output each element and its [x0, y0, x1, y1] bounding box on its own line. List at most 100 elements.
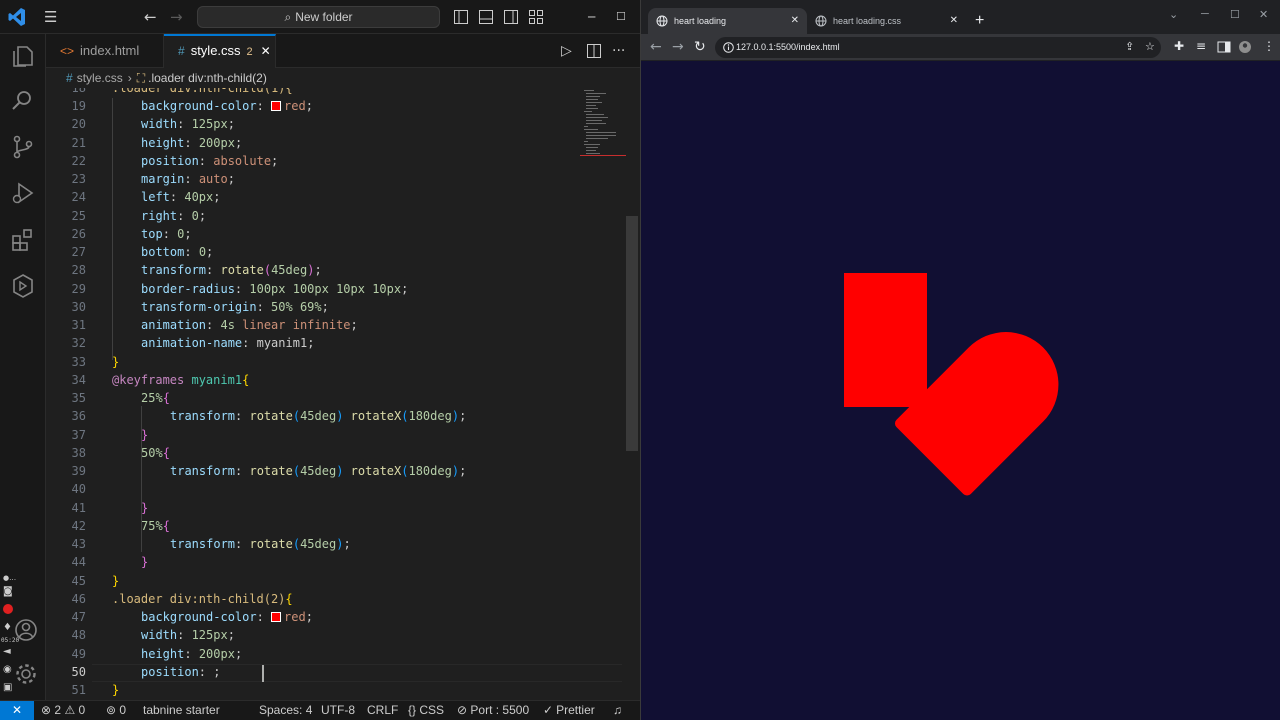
- record-icon[interactable]: [3, 604, 13, 614]
- reading-list-icon[interactable]: ≡: [1196, 39, 1206, 53]
- code-line: top: 0;: [141, 225, 192, 243]
- color-swatch[interactable]: [271, 612, 282, 622]
- indentation-status[interactable]: Spaces: 4: [259, 701, 312, 720]
- forward-arrow-icon[interactable]: →: [672, 39, 684, 55]
- text-cursor: [262, 665, 264, 682]
- reload-icon[interactable]: ↻: [694, 39, 706, 55]
- command-center-search[interactable]: ⌕ New folder: [197, 6, 440, 28]
- search-icon[interactable]: [9, 87, 37, 115]
- line-number: 41: [71, 500, 86, 515]
- scrollbar-thumb[interactable]: [626, 216, 638, 451]
- tabnine-status[interactable]: tabnine starter: [143, 701, 220, 720]
- extensions-puzzle-icon[interactable]: ✚: [1174, 39, 1184, 53]
- tab-index-html[interactable]: <> index.html: [46, 34, 164, 68]
- tab-search-chevron-icon[interactable]: ⌄: [1169, 8, 1178, 21]
- code-token: :: [206, 263, 221, 278]
- line-number: 51: [71, 683, 86, 697]
- close-tab-icon[interactable]: ✕: [950, 8, 958, 34]
- code-token: 25%: [141, 391, 163, 405]
- source-control-icon[interactable]: [9, 133, 37, 161]
- split-editor-icon[interactable]: [587, 44, 601, 58]
- toggle-primary-sidebar-icon[interactable]: [454, 10, 468, 24]
- code-token: border-radius: [141, 281, 235, 296]
- vscode-logo-icon[interactable]: [8, 7, 26, 27]
- line-number: 20: [71, 117, 86, 132]
- webcam-icon[interactable]: ◉: [3, 664, 12, 675]
- breadcrumb: # style.css › ⛶ .loader div:nth-child(2): [46, 68, 640, 88]
- code-line: transform: rotate(45deg);: [141, 261, 322, 279]
- share-icon[interactable]: ⇪: [1125, 40, 1134, 53]
- run-icon[interactable]: ▷: [561, 43, 572, 59]
- camera-icon[interactable]: ◙: [3, 586, 13, 597]
- back-arrow-icon[interactable]: ←: [650, 39, 662, 55]
- code-token: position: [141, 664, 199, 679]
- language-mode[interactable]: {} CSS: [408, 701, 444, 720]
- site-info-icon[interactable]: [723, 42, 734, 53]
- toggle-secondary-sidebar-icon[interactable]: [504, 10, 518, 24]
- more-actions-icon[interactable]: ···: [612, 43, 625, 59]
- customize-layout-icon[interactable]: [529, 10, 543, 24]
- remote-indicator[interactable]: ✕: [0, 701, 34, 720]
- vertical-scrollbar[interactable]: [626, 88, 640, 700]
- color-swatch[interactable]: [271, 101, 282, 111]
- line-number: 32: [71, 336, 86, 351]
- address-bar[interactable]: 127.0.0.1:5500/index.html ⇪ ☆: [715, 37, 1161, 58]
- close-icon[interactable]: ✕: [261, 44, 271, 58]
- check-icon: ✓: [543, 703, 554, 717]
- code-line: }: [141, 553, 148, 571]
- tab-style-css[interactable]: # style.css 2 ✕: [164, 34, 276, 68]
- minimap[interactable]: [580, 88, 626, 178]
- minimize-icon[interactable]: ─: [588, 8, 595, 26]
- breadcrumb-file[interactable]: style.css: [77, 71, 123, 85]
- encoding-status[interactable]: UTF-8: [321, 701, 355, 720]
- profile-avatar-icon[interactable]: [1238, 40, 1252, 54]
- ports-indicator[interactable]: ⊚ 0: [106, 701, 126, 720]
- new-tab-plus-icon[interactable]: +: [975, 9, 984, 33]
- eol-status[interactable]: CRLF: [367, 701, 398, 720]
- notifications-bell-icon[interactable]: ♫: [613, 701, 622, 720]
- live-server-port[interactable]: ⊘ Port : 5500: [457, 701, 529, 720]
- accounts-icon[interactable]: [12, 616, 40, 644]
- close-tab-icon[interactable]: ✕: [791, 8, 799, 34]
- explorer-icon[interactable]: [9, 42, 37, 70]
- minimize-icon[interactable]: ─: [1201, 8, 1209, 20]
- code-line: }: [112, 353, 119, 371]
- browser-tab-heart-loading-css[interactable]: heart loading.css ✕: [807, 8, 966, 34]
- line-number: 28: [71, 263, 86, 278]
- code-token: ): [451, 464, 460, 478]
- code-token: transform: [170, 464, 236, 478]
- port-label: Port : 5500: [470, 703, 530, 717]
- speaker-icon[interactable]: ◄: [3, 646, 11, 657]
- line-number: 43: [71, 537, 86, 551]
- microphone-icon[interactable]: ♦: [3, 622, 12, 633]
- menu-icon[interactable]: ☰: [44, 8, 57, 26]
- extensions-icon[interactable]: [9, 226, 37, 254]
- maximize-icon[interactable]: ☐: [1230, 8, 1240, 21]
- prettier-status[interactable]: ✓ Prettier: [543, 701, 595, 720]
- toggle-panel-icon[interactable]: [479, 10, 493, 24]
- browser-tab-heart-loading[interactable]: heart loading ✕: [648, 8, 807, 34]
- code-token: background-color: [141, 610, 257, 624]
- chevron-right-icon: ›: [127, 71, 132, 85]
- remote-explorer-icon[interactable]: [9, 272, 37, 300]
- breadcrumb-symbol[interactable]: .loader div:nth-child(2): [148, 71, 267, 85]
- code-line: right: 0;: [141, 207, 206, 225]
- line-number: 37: [71, 427, 86, 442]
- bookmark-star-icon[interactable]: ☆: [1145, 40, 1155, 53]
- kebab-menu-icon[interactable]: ⋮: [1263, 39, 1275, 53]
- code-line: 25%{: [141, 389, 170, 407]
- problems-indicator[interactable]: ⊗ 2 ⚠ 0: [41, 701, 85, 720]
- forward-arrow-icon[interactable]: →: [170, 8, 183, 26]
- run-debug-icon[interactable]: [9, 179, 37, 207]
- manage-gear-icon[interactable]: [12, 660, 40, 688]
- code-token: 40px: [184, 190, 214, 205]
- code-editor[interactable]: 18 19 20 21 22 23 24 25 26 27 28 29 30 31 32 33 34 35 36 37…: [46, 88, 640, 700]
- close-window-icon[interactable]: ✕: [1259, 8, 1268, 21]
- code-token: ;: [401, 281, 409, 296]
- back-arrow-icon[interactable]: ←: [144, 8, 157, 26]
- code-token: height: [141, 646, 185, 661]
- maximize-icon[interactable]: ☐: [616, 8, 626, 26]
- code-line: transform: rotate(45deg);: [170, 535, 351, 553]
- indent-guide: [141, 406, 142, 552]
- side-panel-icon[interactable]: [1217, 40, 1231, 54]
